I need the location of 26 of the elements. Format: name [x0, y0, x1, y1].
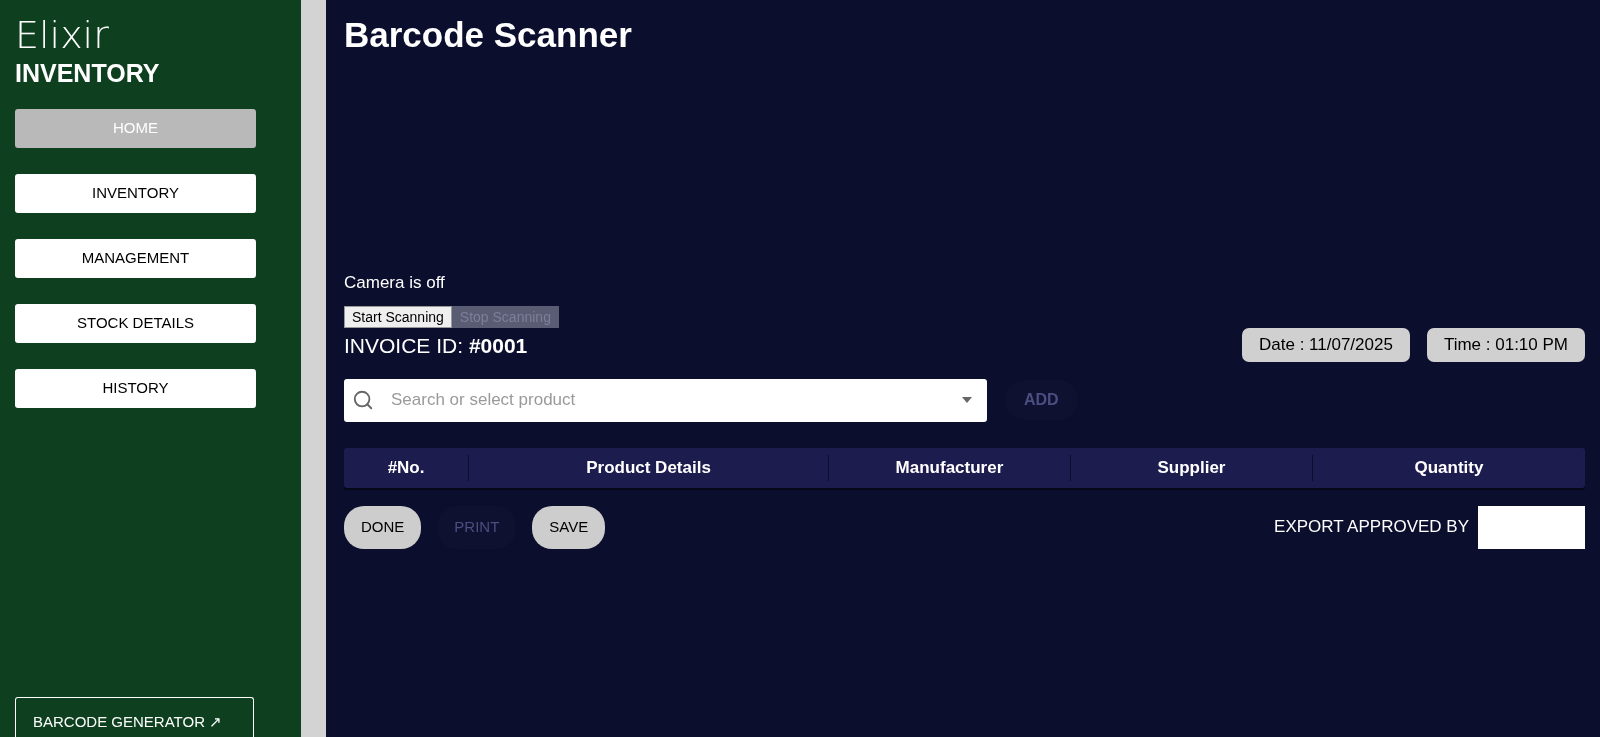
approver-field[interactable] [1478, 505, 1585, 549]
time-badge: Time : 01:10 PM [1426, 327, 1585, 362]
dropdown-caret-icon [961, 397, 973, 403]
page-title: Barcode Scanner [344, 14, 632, 56]
camera-status: Camera is off [344, 272, 445, 294]
brand-subtitle: INVENTORY [15, 58, 161, 88]
nav-button[interactable]: STOCK DETAILS [15, 304, 256, 343]
export-label: EXPORT APPROVED BY [1274, 516, 1469, 539]
product-search-field[interactable]: Search or select product [344, 378, 987, 422]
action-button[interactable]: SAVE [532, 505, 606, 549]
nav-button[interactable]: INVENTORY [15, 174, 256, 213]
search-input[interactable]: Search or select product [391, 387, 961, 413]
column-header: #No. [387, 456, 425, 479]
column-header: Supplier [1157, 456, 1226, 479]
invoice-id: INVOICE ID: #0001 [344, 333, 528, 359]
column-header: Quantity [1414, 456, 1484, 479]
barcode-generator-link[interactable]: BARCODE GENERATOR ↗ [15, 697, 254, 737]
brand-name: Elixir [15, 14, 110, 56]
column-header: Manufacturer [895, 456, 1004, 479]
action-button[interactable]: DONE [344, 505, 422, 549]
nav-button[interactable]: HISTORY [15, 369, 256, 408]
scan-button[interactable]: Start Scanning [344, 305, 452, 328]
search-icon [352, 389, 374, 411]
nav-button[interactable]: MANAGEMENT [15, 239, 256, 278]
date-badge: Date : 11/07/2025 [1242, 327, 1410, 362]
column-header: Product Details [586, 456, 711, 479]
